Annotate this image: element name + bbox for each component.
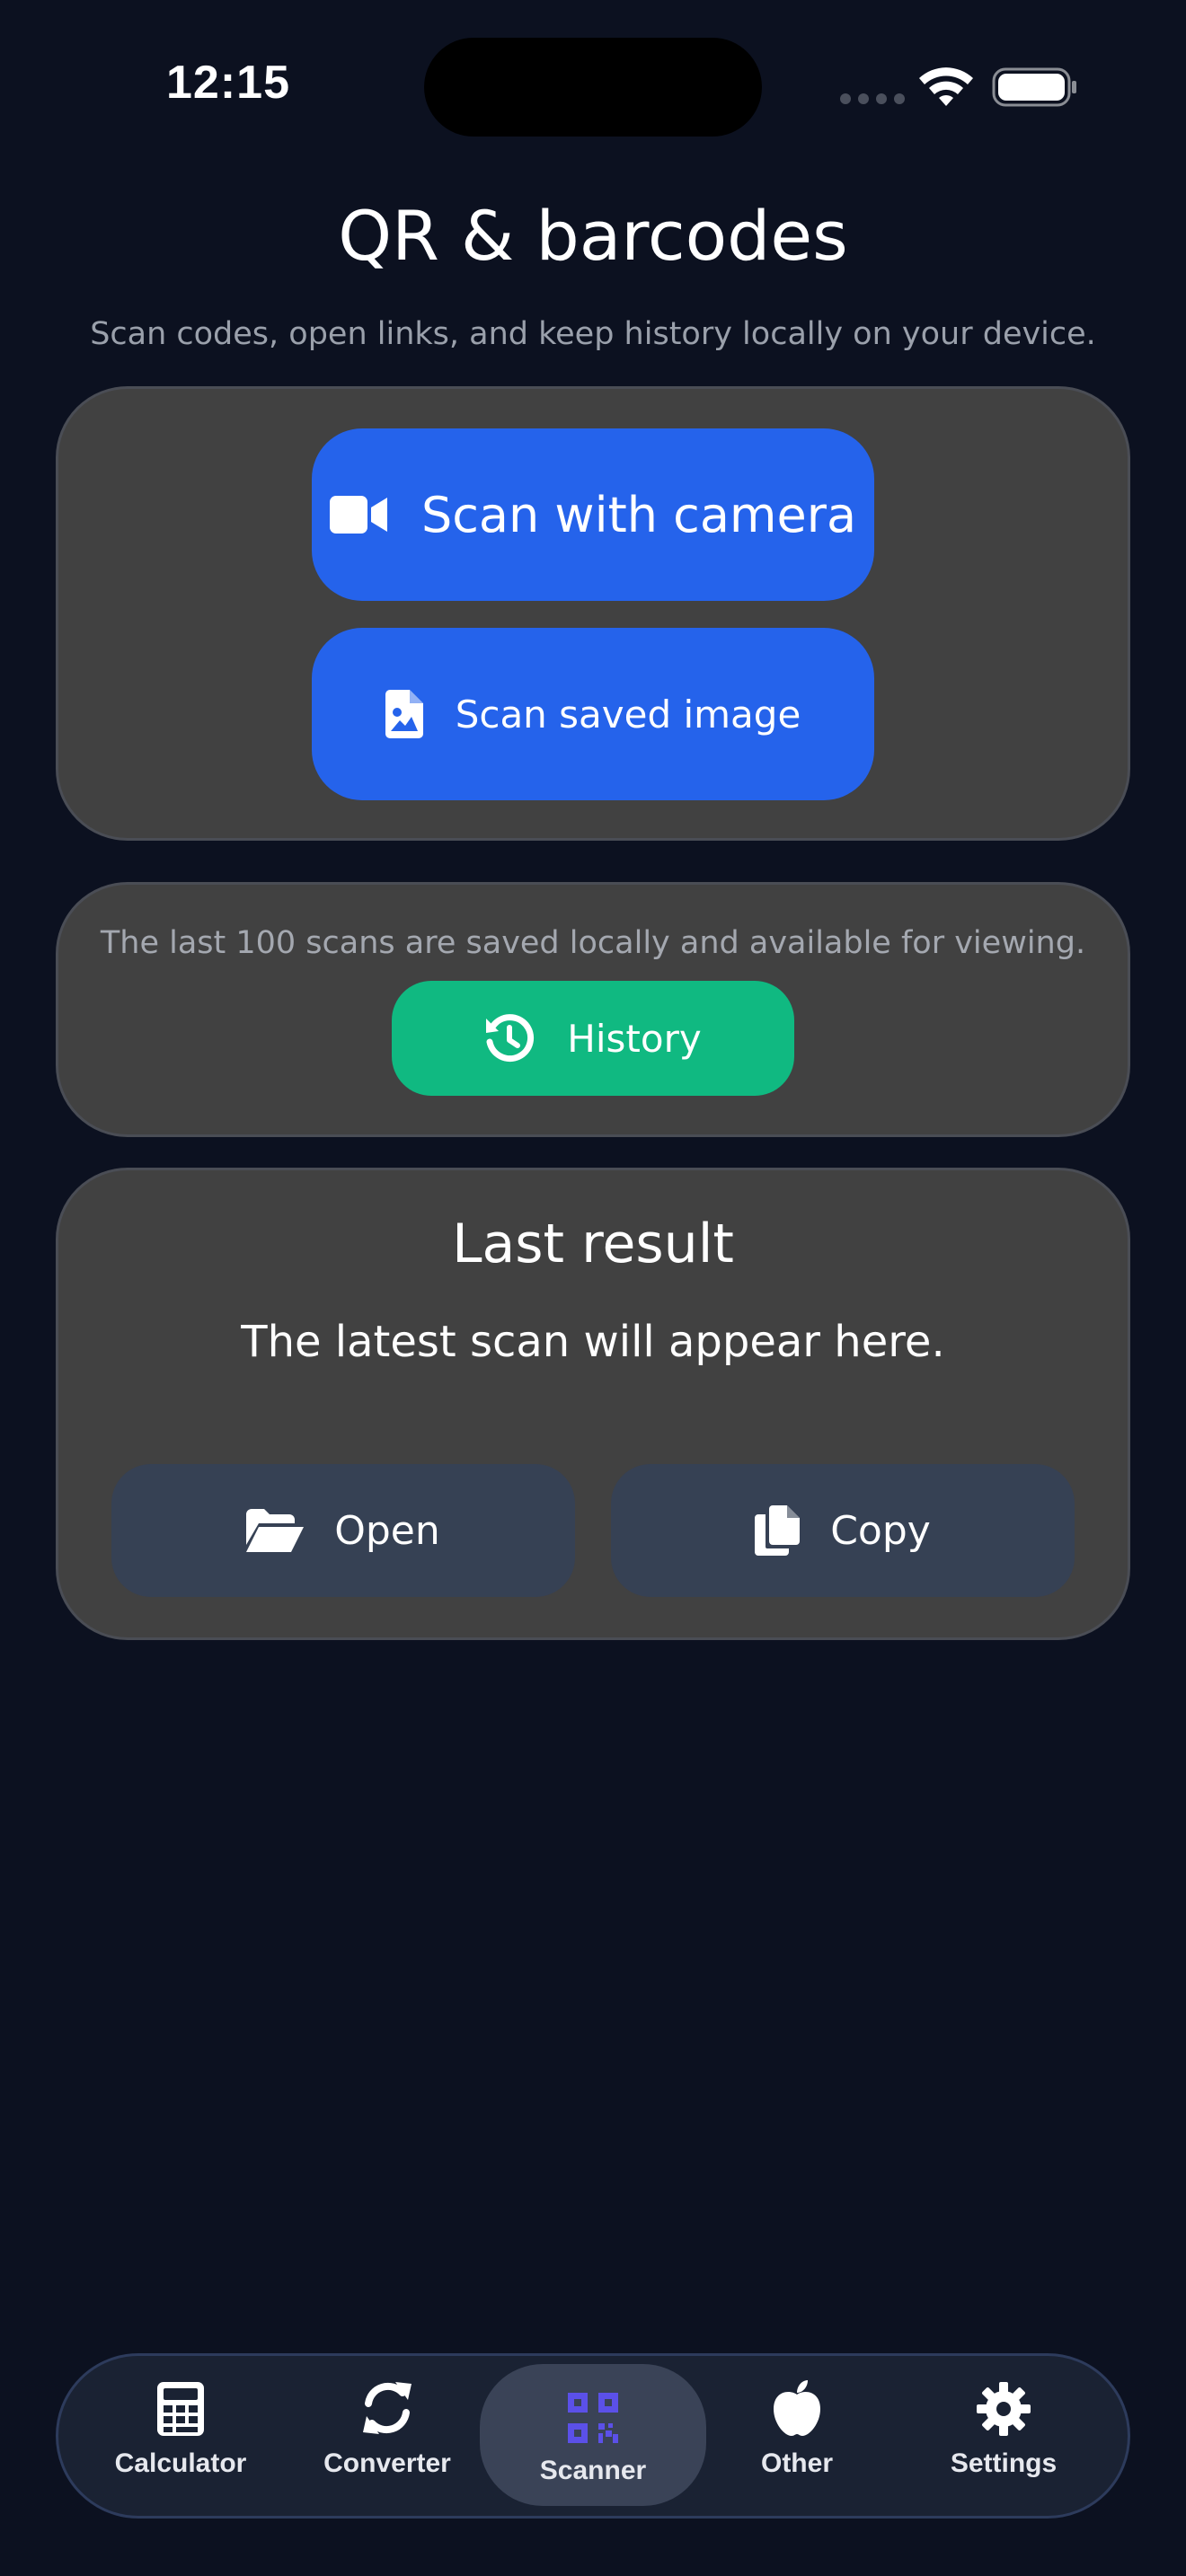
copy-icon	[755, 1505, 801, 1556]
status-time: 12:15	[166, 57, 290, 109]
copy-label: Copy	[830, 1507, 931, 1554]
nav-label-settings: Settings	[950, 2448, 1058, 2478]
history-label: History	[567, 1016, 702, 1061]
wifi-icon	[919, 67, 973, 106]
scan-saved-image-button[interactable]: Scan saved image	[312, 628, 874, 800]
open-label: Open	[334, 1507, 440, 1554]
scan-saved-image-label: Scan saved image	[455, 692, 801, 737]
history-note: The last 100 scans are saved locally and…	[100, 925, 1086, 961]
video-camera-icon	[329, 496, 387, 534]
last-result-title: Last result	[452, 1213, 734, 1275]
cellular-signal-icon	[840, 93, 905, 104]
copy-button[interactable]: Copy	[611, 1464, 1075, 1597]
qr-code-icon	[568, 2393, 618, 2443]
nav-label-other: Other	[760, 2448, 833, 2478]
nav-label-scanner: Scanner	[539, 2456, 647, 2485]
page-subtitle: Scan codes, open links, and keep history…	[90, 316, 1096, 352]
calculator-icon	[157, 2382, 204, 2436]
scan-with-camera-label: Scan with camera	[420, 486, 857, 543]
nav-label-calculator: Calculator	[114, 2448, 247, 2478]
open-button[interactable]: Open	[111, 1464, 575, 1597]
image-file-icon	[385, 690, 423, 738]
dynamic-island	[424, 38, 762, 137]
nav-label-converter: Converter	[323, 2448, 451, 2478]
gear-icon	[977, 2382, 1031, 2436]
nav-item-converter[interactable]: Converter	[284, 2380, 491, 2492]
nav-item-scanner[interactable]: Scanner	[480, 2364, 706, 2506]
refresh-icon	[363, 2382, 412, 2434]
nav-item-settings[interactable]: Settings	[900, 2380, 1107, 2492]
nav-item-other[interactable]: Other	[694, 2380, 900, 2492]
battery-icon	[992, 67, 1076, 107]
folder-open-icon	[246, 1509, 305, 1552]
scan-with-camera-button[interactable]: Scan with camera	[312, 428, 874, 601]
history-button[interactable]: History	[392, 981, 794, 1096]
nav-item-calculator[interactable]: Calculator	[77, 2380, 284, 2492]
history-icon	[486, 1014, 535, 1063]
apple-icon	[774, 2380, 820, 2436]
page-title: QR & barcodes	[338, 196, 848, 276]
last-result-value: The latest scan will appear here.	[241, 1317, 945, 1367]
